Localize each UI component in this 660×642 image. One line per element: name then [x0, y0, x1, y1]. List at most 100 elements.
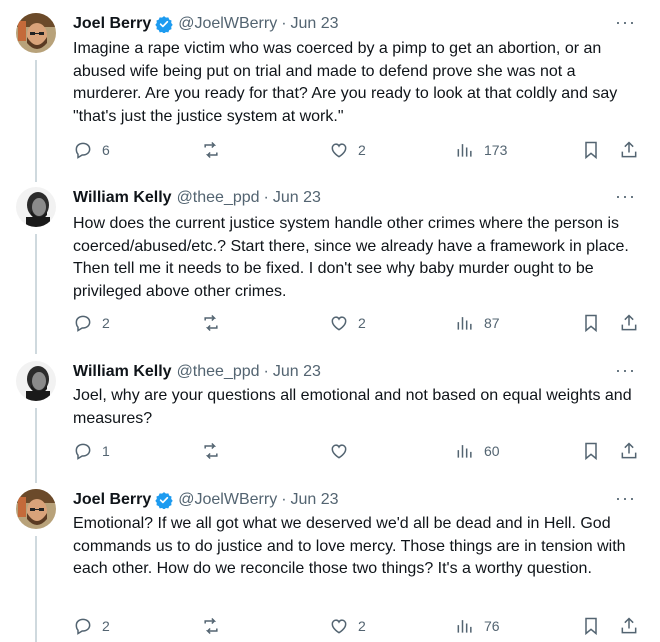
thread-line — [35, 408, 37, 483]
like-count: 2 — [358, 142, 366, 158]
repost-button[interactable] — [201, 140, 221, 160]
separator-dot: · — [263, 363, 269, 380]
reply-count: 2 — [102, 315, 110, 331]
share-icon — [621, 141, 637, 158]
bookmark-button[interactable] — [581, 140, 601, 160]
repost-icon — [204, 617, 218, 635]
action-bar: 2 2 76 — [73, 616, 643, 640]
tweet-text: How does the current justice system hand… — [73, 215, 629, 300]
handle[interactable]: @thee_ppd — [177, 363, 260, 381]
views-button[interactable]: 87 — [455, 313, 500, 333]
tweet-header: William Kelly @thee_ppd · Jun 23 — [73, 187, 640, 209]
repost-button[interactable] — [201, 313, 221, 333]
reply-count: 6 — [102, 142, 110, 158]
reply-button[interactable]: 2 — [73, 616, 110, 636]
reply-icon — [75, 618, 91, 635]
repost-icon — [204, 314, 218, 332]
like-button[interactable] — [329, 441, 358, 461]
verified-badge-icon — [155, 492, 173, 509]
share-button[interactable] — [619, 441, 639, 461]
reply-icon — [75, 315, 91, 332]
bookmark-button[interactable] — [581, 616, 601, 636]
views-icon — [457, 620, 472, 633]
thread-line — [35, 536, 37, 642]
timestamp[interactable]: Jun 23 — [273, 363, 321, 381]
avatar[interactable] — [16, 489, 56, 529]
timestamp[interactable]: Jun 23 — [273, 189, 321, 207]
like-icon — [331, 444, 347, 459]
thread-line — [35, 60, 37, 182]
separator-dot: · — [281, 491, 287, 508]
display-name[interactable]: Joel Berry — [73, 15, 151, 33]
william-avatar — [16, 187, 56, 227]
reply-icon — [75, 443, 91, 460]
repost-button[interactable] — [201, 441, 221, 461]
share-icon — [621, 442, 637, 459]
handle[interactable]: @JoelWBerry — [178, 15, 277, 33]
more-icon[interactable]: ··· — [615, 489, 636, 507]
bookmark-icon — [585, 314, 597, 333]
verified-badge-icon — [155, 16, 173, 33]
share-button[interactable] — [619, 140, 639, 160]
like-icon — [331, 316, 347, 331]
more-icon[interactable]: ··· — [615, 13, 636, 31]
display-name[interactable]: William Kelly — [73, 189, 172, 207]
like-icon — [331, 143, 347, 158]
display-name[interactable]: William Kelly — [73, 363, 172, 381]
separator-dot: · — [281, 15, 287, 32]
tweet-header: William Kelly @thee_ppd · Jun 23 — [73, 361, 640, 383]
display-name[interactable]: Joel Berry — [73, 491, 151, 509]
reply-icon — [75, 142, 91, 159]
view-count: 173 — [484, 142, 508, 158]
bookmark-button[interactable] — [581, 441, 601, 461]
view-count: 60 — [484, 443, 500, 459]
tweet-header: Joel Berry @JoelWBerry · Jun 23 — [73, 13, 640, 35]
views-icon — [457, 317, 472, 330]
bookmark-icon — [585, 442, 597, 461]
like-button[interactable]: 2 — [329, 140, 366, 160]
bookmark-button[interactable] — [581, 313, 601, 333]
handle[interactable]: @thee_ppd — [177, 189, 260, 207]
joel-avatar — [16, 489, 56, 529]
reply-count: 1 — [102, 443, 110, 459]
views-button[interactable]: 60 — [455, 441, 500, 461]
repost-button[interactable] — [201, 616, 221, 636]
avatar[interactable] — [16, 361, 56, 401]
bookmark-icon — [585, 617, 597, 636]
share-button[interactable] — [619, 616, 639, 636]
more-icon[interactable]: ··· — [615, 187, 636, 205]
avatar[interactable] — [16, 13, 56, 53]
timestamp[interactable]: Jun 23 — [291, 491, 339, 509]
share-button[interactable] — [619, 313, 639, 333]
share-icon — [621, 617, 637, 634]
share-icon — [621, 314, 637, 331]
view-count: 87 — [484, 315, 500, 331]
like-button[interactable]: 2 — [329, 313, 366, 333]
like-button[interactable]: 2 — [329, 616, 366, 636]
view-count: 76 — [484, 618, 500, 634]
timestamp[interactable]: Jun 23 — [291, 15, 339, 33]
repost-icon — [204, 141, 218, 159]
thread-line — [35, 234, 37, 354]
reply-button[interactable]: 6 — [73, 140, 110, 160]
reply-button[interactable]: 1 — [73, 441, 110, 461]
action-bar: 1 60 — [73, 441, 643, 465]
bookmark-icon — [585, 141, 597, 160]
handle[interactable]: @JoelWBerry — [178, 491, 277, 509]
views-button[interactable]: 173 — [455, 140, 507, 160]
views-icon — [457, 445, 472, 458]
like-count: 2 — [358, 618, 366, 634]
action-bar: 6 2 173 — [73, 140, 643, 164]
repost-icon — [204, 442, 218, 460]
tweet-text: Joel, why are your questions all emotion… — [73, 387, 632, 427]
more-icon[interactable]: ··· — [615, 361, 636, 379]
like-count: 2 — [358, 315, 366, 331]
tweet-text: Imagine a rape victim who was coerced by… — [73, 40, 618, 125]
views-icon — [457, 144, 472, 157]
avatar[interactable] — [16, 187, 56, 227]
reply-button[interactable]: 2 — [73, 313, 110, 333]
tweet-text: Emotional? If we all got what we deserve… — [73, 515, 626, 577]
action-bar: 2 2 87 — [73, 313, 643, 337]
like-icon — [331, 619, 347, 634]
views-button[interactable]: 76 — [455, 616, 500, 636]
